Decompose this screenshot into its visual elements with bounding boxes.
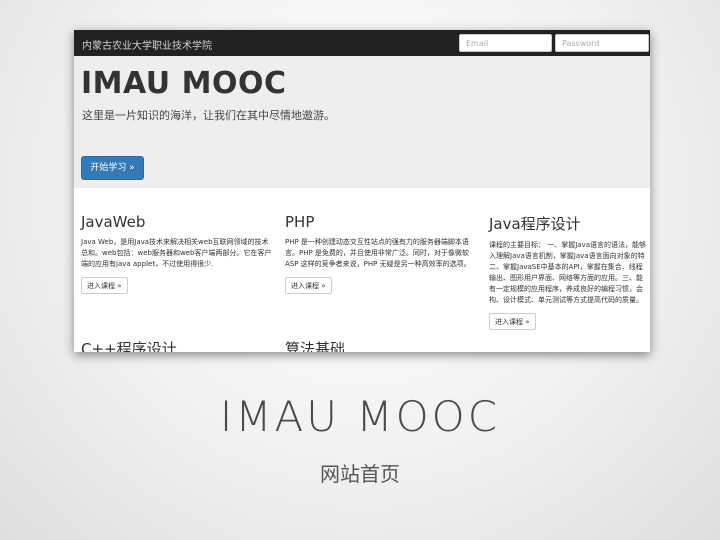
website-screenshot: 内蒙古农业大学职业技术学院 IMAU MOOC 这里是一片知识的海洋，让我们在其… xyxy=(74,30,650,352)
jumbotron: IMAU MOOC 这里是一片知识的海洋，让我们在其中尽情地遨游。 开始学习 » xyxy=(74,56,650,188)
email-field[interactable] xyxy=(459,34,552,52)
jumbotron-subtitle: 这里是一片知识的海洋，让我们在其中尽情地遨游。 xyxy=(82,109,335,122)
description-line: 有一定规模的应用程序，养成良好的编程习惯，会 xyxy=(489,285,643,293)
slide-subtitle: 网站首页 xyxy=(320,462,400,486)
course-title: C++程序设计 xyxy=(81,340,177,352)
description-line: 课程的主要目标： 一、掌握Java语言的语法，能够 xyxy=(489,241,647,249)
description-line: 入理解Java语言机制，掌握Java语言面向对象的特 xyxy=(489,252,645,260)
enter-course-button[interactable]: 进入课程 » xyxy=(285,277,332,294)
navbar: 内蒙古农业大学职业技术学院 xyxy=(74,30,650,56)
course-title: JavaWeb xyxy=(81,213,146,231)
course-description: Java Web，是用Java技术来解决相关web互联网领域的技术总和。web包… xyxy=(81,238,272,268)
course-card-java: Java程序设计 课程的主要目标： 一、掌握Java语言的语法，能够 入理解Ja… xyxy=(489,213,650,330)
course-card-cpp: C++程序设计 xyxy=(81,338,273,352)
course-description: PHP 是一种创建动态交互性站点的强有力的服务器端脚本语言。PHP 是免费的，并… xyxy=(285,238,471,268)
description-line: 构、设计模式、单元测试等方式提高代码的质量。 xyxy=(489,296,643,304)
enter-course-button[interactable]: 进入课程 » xyxy=(489,313,536,330)
description-line: 二、掌握JavaSE中基本的API，掌握在集合、线程 xyxy=(489,263,643,271)
enter-course-button[interactable]: 进入课程 » xyxy=(81,277,128,294)
slide-title: IMAU MOOC xyxy=(219,392,501,441)
jumbotron-title: IMAU MOOC xyxy=(81,66,287,101)
course-card-javaweb: JavaWeb Java Web，是用Java技术来解决相关web互联网领域的技… xyxy=(81,213,273,294)
start-learning-button[interactable]: 开始学习 » xyxy=(81,156,144,180)
description-line: 输出、图形用户界面、网络等方面的应用。三、能 xyxy=(489,274,643,282)
course-title: PHP xyxy=(285,213,315,231)
password-field[interactable] xyxy=(555,34,649,52)
navbar-brand[interactable]: 内蒙古农业大学职业技术学院 xyxy=(82,37,212,52)
course-title: 算法基础 xyxy=(285,340,346,352)
course-card-php: PHP PHP 是一种创建动态交互性站点的强有力的服务器端脚本语言。PHP 是免… xyxy=(285,213,472,294)
course-description: 课程的主要目标： 一、掌握Java语言的语法，能够 入理解Java语言机制，掌握… xyxy=(489,240,650,306)
course-title: Java程序设计 xyxy=(489,215,581,233)
course-card-algorithms: 算法基础 xyxy=(285,338,477,352)
